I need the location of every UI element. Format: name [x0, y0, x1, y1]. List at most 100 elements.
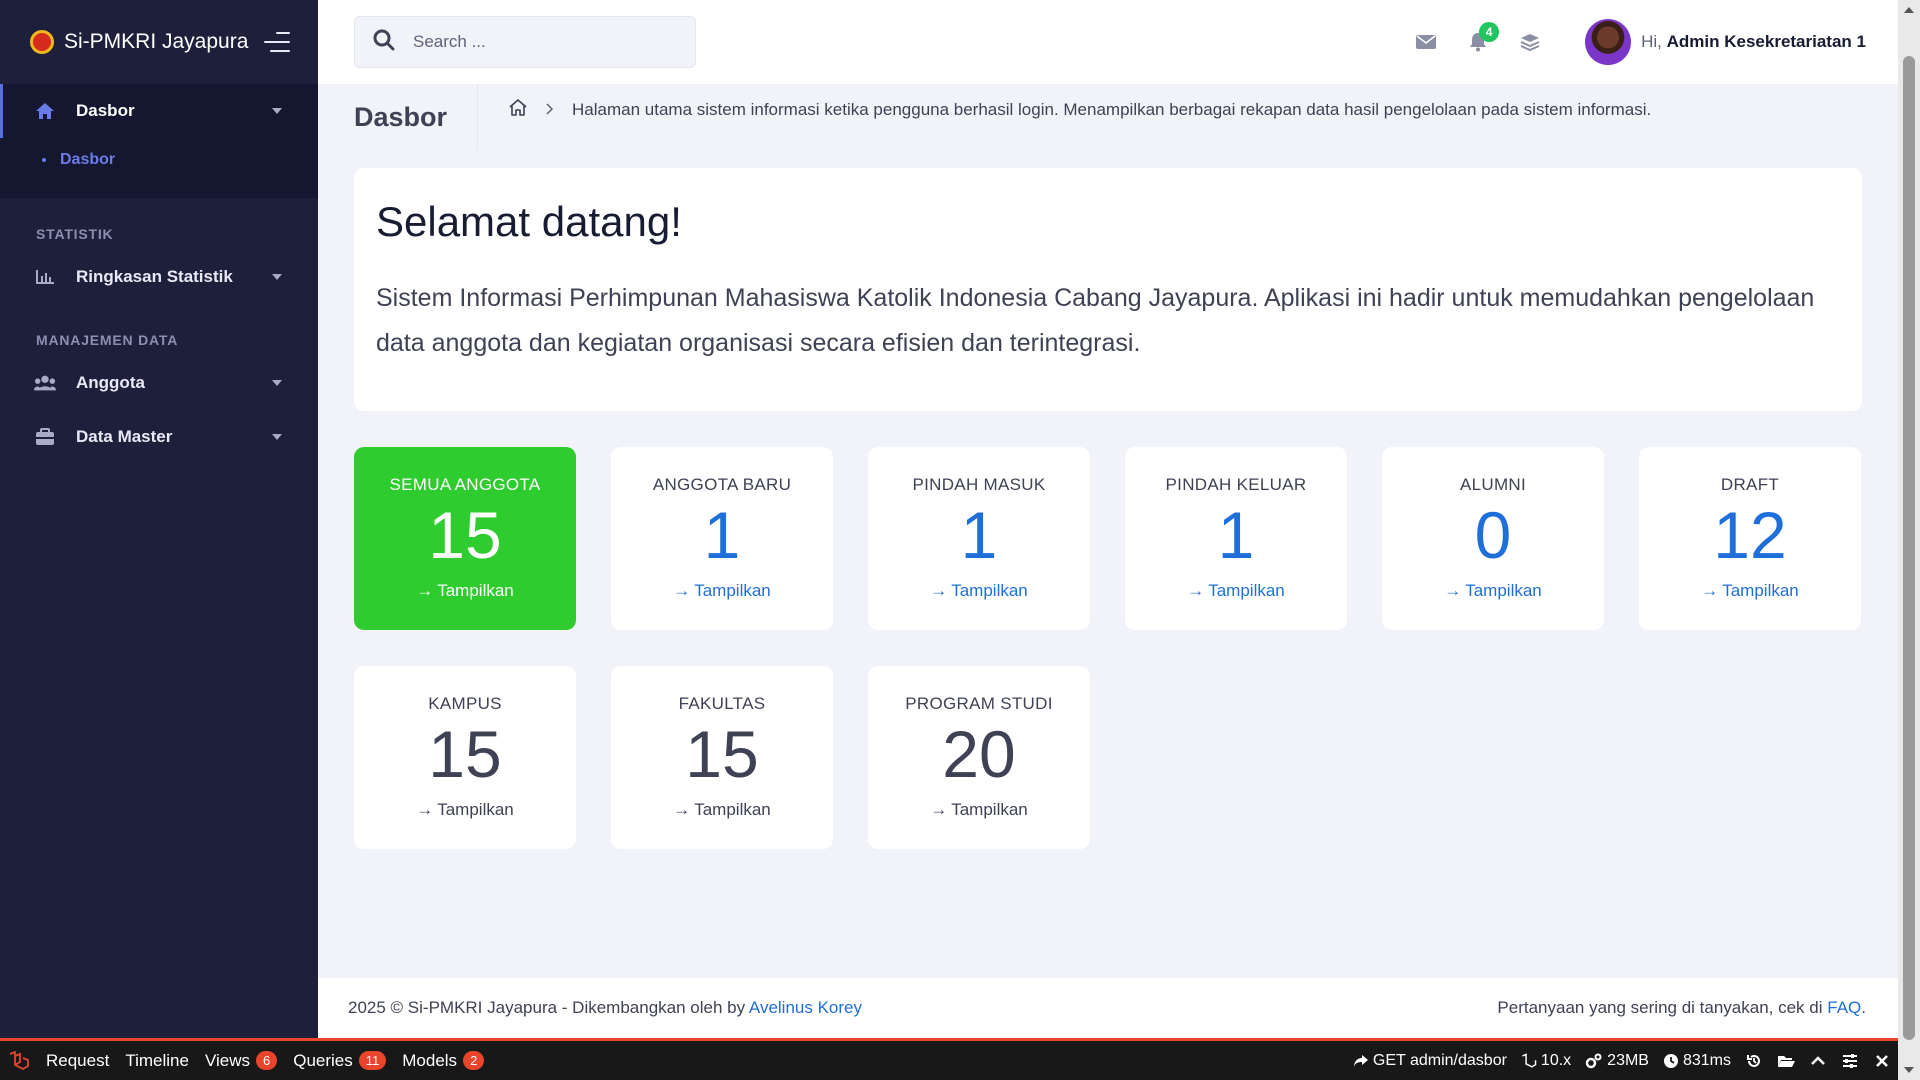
- developer-link[interactable]: Avelinus Korey: [749, 998, 862, 1017]
- home-icon[interactable]: [508, 98, 528, 122]
- section-label-manajemen-data: MANAJEMEN DATA: [36, 332, 179, 348]
- stat-value: 1: [1217, 498, 1255, 572]
- arrow-right-icon: →: [1701, 581, 1719, 600]
- debug-tab-label: Request: [46, 1050, 110, 1070]
- footer-copyright: 2025 © Si-PMKRI Jayapura - Dikembangkan …: [348, 998, 746, 1017]
- footer: 2025 © Si-PMKRI Jayapura - Dikembangkan …: [318, 978, 1898, 1038]
- show-link-label: Tampilkan: [1465, 581, 1542, 600]
- show-link[interactable]: → Tampilkan: [673, 581, 771, 601]
- topbar-actions: 4 Hi, Admin Kesekretariatan 1: [1409, 0, 1898, 84]
- stat-card-kampus[interactable]: KAMPUS 15 → Tampilkan: [354, 666, 576, 849]
- debug-memory: 23MB: [1607, 1051, 1649, 1069]
- debug-tab-request[interactable]: Request: [38, 1041, 117, 1080]
- breadcrumb-description: Halaman utama sistem informasi ketika pe…: [572, 100, 1652, 119]
- debug-version: 10.x: [1540, 1051, 1572, 1069]
- folder-open-icon[interactable]: [1770, 1054, 1802, 1068]
- users-icon: [34, 373, 56, 393]
- sidebar-item-data-master[interactable]: Data Master: [0, 410, 318, 464]
- debug-time-indicator[interactable]: 831ms: [1656, 1052, 1738, 1070]
- show-link[interactable]: → Tampilkan: [930, 581, 1028, 601]
- debug-tab-label: Models: [402, 1050, 458, 1070]
- stat-label: ALUMNI: [1459, 475, 1527, 494]
- debug-route-indicator[interactable]: GET admin/dasbor: [1346, 1052, 1514, 1070]
- greeting-text: Hi,: [1641, 32, 1662, 51]
- stat-card-program-studi[interactable]: PROGRAM STUDI 20 → Tampilkan: [868, 666, 1090, 849]
- debug-tab-queries[interactable]: Queries 11: [285, 1041, 394, 1080]
- avatar: [1585, 19, 1632, 65]
- clock-icon: [1663, 1053, 1678, 1068]
- search-box[interactable]: [354, 16, 696, 68]
- debug-tab-views[interactable]: Views 6: [197, 1041, 285, 1080]
- welcome-heading: Selamat datang!: [376, 198, 682, 245]
- debug-route: GET admin/dasbor: [1372, 1051, 1507, 1069]
- show-link[interactable]: → Tampilkan: [1187, 581, 1285, 601]
- welcome-text: Sistem Informasi Perhimpunan Mahasiswa K…: [376, 284, 1815, 357]
- show-link[interactable]: → Tampilkan: [416, 581, 514, 601]
- stat-label: FAKULTAS: [678, 694, 766, 713]
- main-content: Dasbor Halaman utama sistem informasi ke…: [318, 84, 1898, 978]
- history-icon[interactable]: [1738, 1053, 1770, 1069]
- show-link-label: Tampilkan: [1208, 581, 1285, 600]
- debug-memory-indicator[interactable]: 23MB: [1578, 1052, 1656, 1070]
- stat-card-draft[interactable]: DRAFT 12 → Tampilkan: [1639, 447, 1861, 630]
- sidebar-item-anggota[interactable]: Anggota: [0, 356, 318, 410]
- stat-card-pindah-masuk[interactable]: PINDAH MASUK 1 → Tampilkan: [868, 447, 1090, 630]
- close-icon[interactable]: [1866, 1054, 1898, 1067]
- show-link-label: Tampilkan: [951, 581, 1028, 600]
- scroll-up-arrow-icon[interactable]: [1898, 0, 1920, 20]
- debug-tab-models[interactable]: Models 2: [394, 1041, 492, 1080]
- faq-link[interactable]: FAQ: [1827, 998, 1861, 1017]
- topbar: 4 Hi, Admin Kesekretariatan 1: [318, 0, 1898, 84]
- dasbor-group: Dasbor Dasbor: [0, 84, 318, 198]
- bullet-icon: [42, 158, 46, 162]
- sidebar-subitem-dasbor[interactable]: Dasbor: [0, 138, 318, 182]
- footer-left: 2025 © Si-PMKRI Jayapura - Dikembangkan …: [348, 998, 862, 1018]
- arrow-right-icon: →: [416, 800, 434, 819]
- brand: Si-PMKRI Jayapura: [0, 0, 318, 84]
- debug-tab-label: Queries: [293, 1050, 353, 1070]
- sidebar-item-label: Data Master: [76, 427, 173, 446]
- debug-version-indicator[interactable]: 10.x: [1514, 1052, 1578, 1070]
- arrow-right-icon: →: [1444, 581, 1462, 600]
- scroll-thumb[interactable]: [1903, 56, 1915, 1040]
- show-link[interactable]: → Tampilkan: [1444, 581, 1542, 601]
- caret-down-icon: [272, 108, 282, 114]
- stat-card-pindah-keluar[interactable]: PINDAH KELUAR 1 → Tampilkan: [1125, 447, 1347, 630]
- search-input[interactable]: [413, 32, 673, 52]
- stat-value: 15: [428, 498, 502, 572]
- page-scrollbar[interactable]: [1898, 0, 1920, 1080]
- stat-card-fakultas[interactable]: FAKULTAS 15 → Tampilkan: [611, 666, 833, 849]
- show-link[interactable]: → Tampilkan: [1701, 581, 1799, 601]
- brand-title[interactable]: Si-PMKRI Jayapura: [64, 30, 264, 54]
- debug-tab-timeline[interactable]: Timeline: [117, 1041, 197, 1080]
- briefcase-icon: [34, 427, 56, 447]
- chevron-up-icon[interactable]: [1802, 1055, 1834, 1066]
- page-title: Dasbor: [354, 84, 479, 150]
- sidebar-item-ringkasan-statistik[interactable]: Ringkasan Statistik: [0, 250, 318, 304]
- show-link-label: Tampilkan: [694, 800, 771, 819]
- stat-card-anggota-baru[interactable]: ANGGOTA BARU 1 → Tampilkan: [611, 447, 833, 630]
- mail-icon[interactable]: [1409, 25, 1443, 59]
- cogs-icon: [1585, 1053, 1602, 1068]
- laravel-logo-icon[interactable]: [0, 1050, 38, 1072]
- sidebar-item-dasbor[interactable]: Dasbor: [0, 84, 318, 138]
- stat-value: 12: [1713, 498, 1787, 572]
- show-link[interactable]: → Tampilkan: [673, 800, 771, 820]
- sidebar-item-label: Dasbor: [76, 101, 135, 120]
- show-link[interactable]: → Tampilkan: [930, 800, 1028, 820]
- user-menu[interactable]: Hi, Admin Kesekretariatan 1: [1585, 19, 1866, 65]
- sliders-icon[interactable]: [1834, 1053, 1866, 1068]
- debug-count-badge: 6: [255, 1051, 278, 1070]
- user-greeting: Hi, Admin Kesekretariatan 1: [1641, 32, 1866, 52]
- stat-value: 1: [960, 498, 998, 572]
- stat-card-semua-anggota[interactable]: SEMUA ANGGOTA 15 → Tampilkan: [354, 447, 576, 630]
- show-link[interactable]: → Tampilkan: [416, 800, 514, 820]
- caret-down-icon: [272, 274, 282, 280]
- menu-toggle-icon[interactable]: [264, 32, 290, 52]
- debug-count-badge: 11: [358, 1051, 387, 1070]
- bell-icon[interactable]: 4: [1461, 22, 1500, 59]
- layers-icon[interactable]: [1513, 25, 1547, 59]
- stat-label: PINDAH MASUK: [912, 475, 1046, 494]
- scroll-down-arrow-icon[interactable]: [1898, 1060, 1920, 1080]
- stat-card-alumni[interactable]: ALUMNI 0 → Tampilkan: [1382, 447, 1604, 630]
